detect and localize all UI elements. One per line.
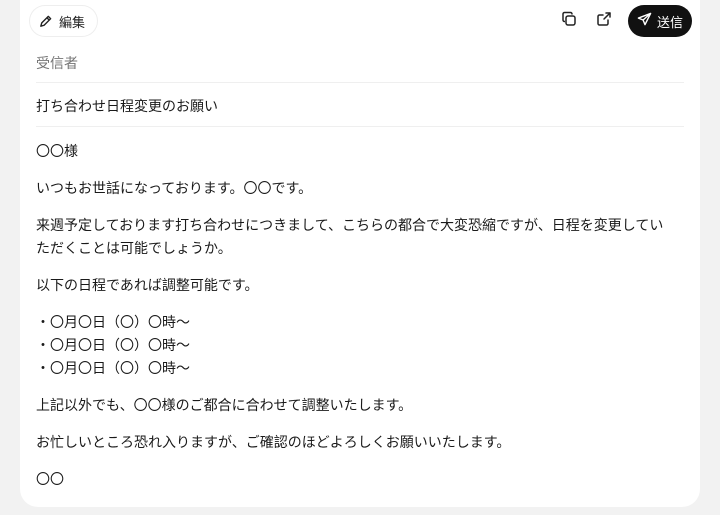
open-external-button[interactable]: [593, 10, 615, 32]
recipient-row: [36, 46, 684, 83]
date-option: ・〇月〇日（〇）〇時〜: [36, 361, 190, 377]
closing-paragraph: お忙しいところ恐れ入りますが、ご確認のほどよろしくお願いいたします。: [36, 435, 511, 451]
email-body[interactable]: 〇〇様 いつもお世話になっております。〇〇です。 来週予定しております打ち合わせ…: [36, 141, 676, 506]
subject-row[interactable]: 打ち合わせ日程変更のお願い: [36, 86, 684, 127]
email-draft-card: 編集 送信 受信者 打ち合わせ日程変更のお願い 〇〇様 いつもお世話になっており…: [20, 0, 700, 507]
date-option: ・〇月〇日（〇）〇時〜: [36, 315, 190, 331]
edit-button[interactable]: 編集: [30, 6, 98, 36]
intro-paragraph: いつもお世話になっております。〇〇です。: [36, 181, 313, 197]
subject-text[interactable]: 打ち合わせ日程変更のお願い: [36, 96, 218, 116]
date-option: ・〇月〇日（〇）〇時〜: [36, 338, 190, 354]
greeting: 〇〇様: [36, 144, 78, 160]
date-options-list: ・〇月〇日（〇）〇時〜 ・〇月〇日（〇）〇時〜 ・〇月〇日（〇）〇時〜: [36, 312, 676, 381]
recipient-input[interactable]: [36, 56, 684, 72]
edit-label: 編集: [59, 15, 86, 31]
signature: 〇〇: [36, 472, 64, 488]
draft-toolbar: 編集 送信: [20, 0, 700, 42]
send-button[interactable]: 送信: [628, 5, 692, 37]
flexibility-paragraph: 上記以外でも、〇〇様のご都合に合わせて調整いたします。: [36, 398, 413, 414]
copy-button[interactable]: [558, 10, 580, 32]
options-intro: 以下の日程であれば調整可能です。: [36, 278, 259, 294]
external-link-icon: [596, 11, 612, 31]
send-label: 送信: [656, 15, 683, 31]
request-paragraph: 来週予定しております打ち合わせにつきまして、こちらの都合で大変恐縮ですが、日程を…: [36, 218, 664, 257]
pencil-icon: [38, 14, 53, 29]
copy-icon: [561, 11, 577, 31]
paper-plane-icon: [637, 12, 652, 31]
